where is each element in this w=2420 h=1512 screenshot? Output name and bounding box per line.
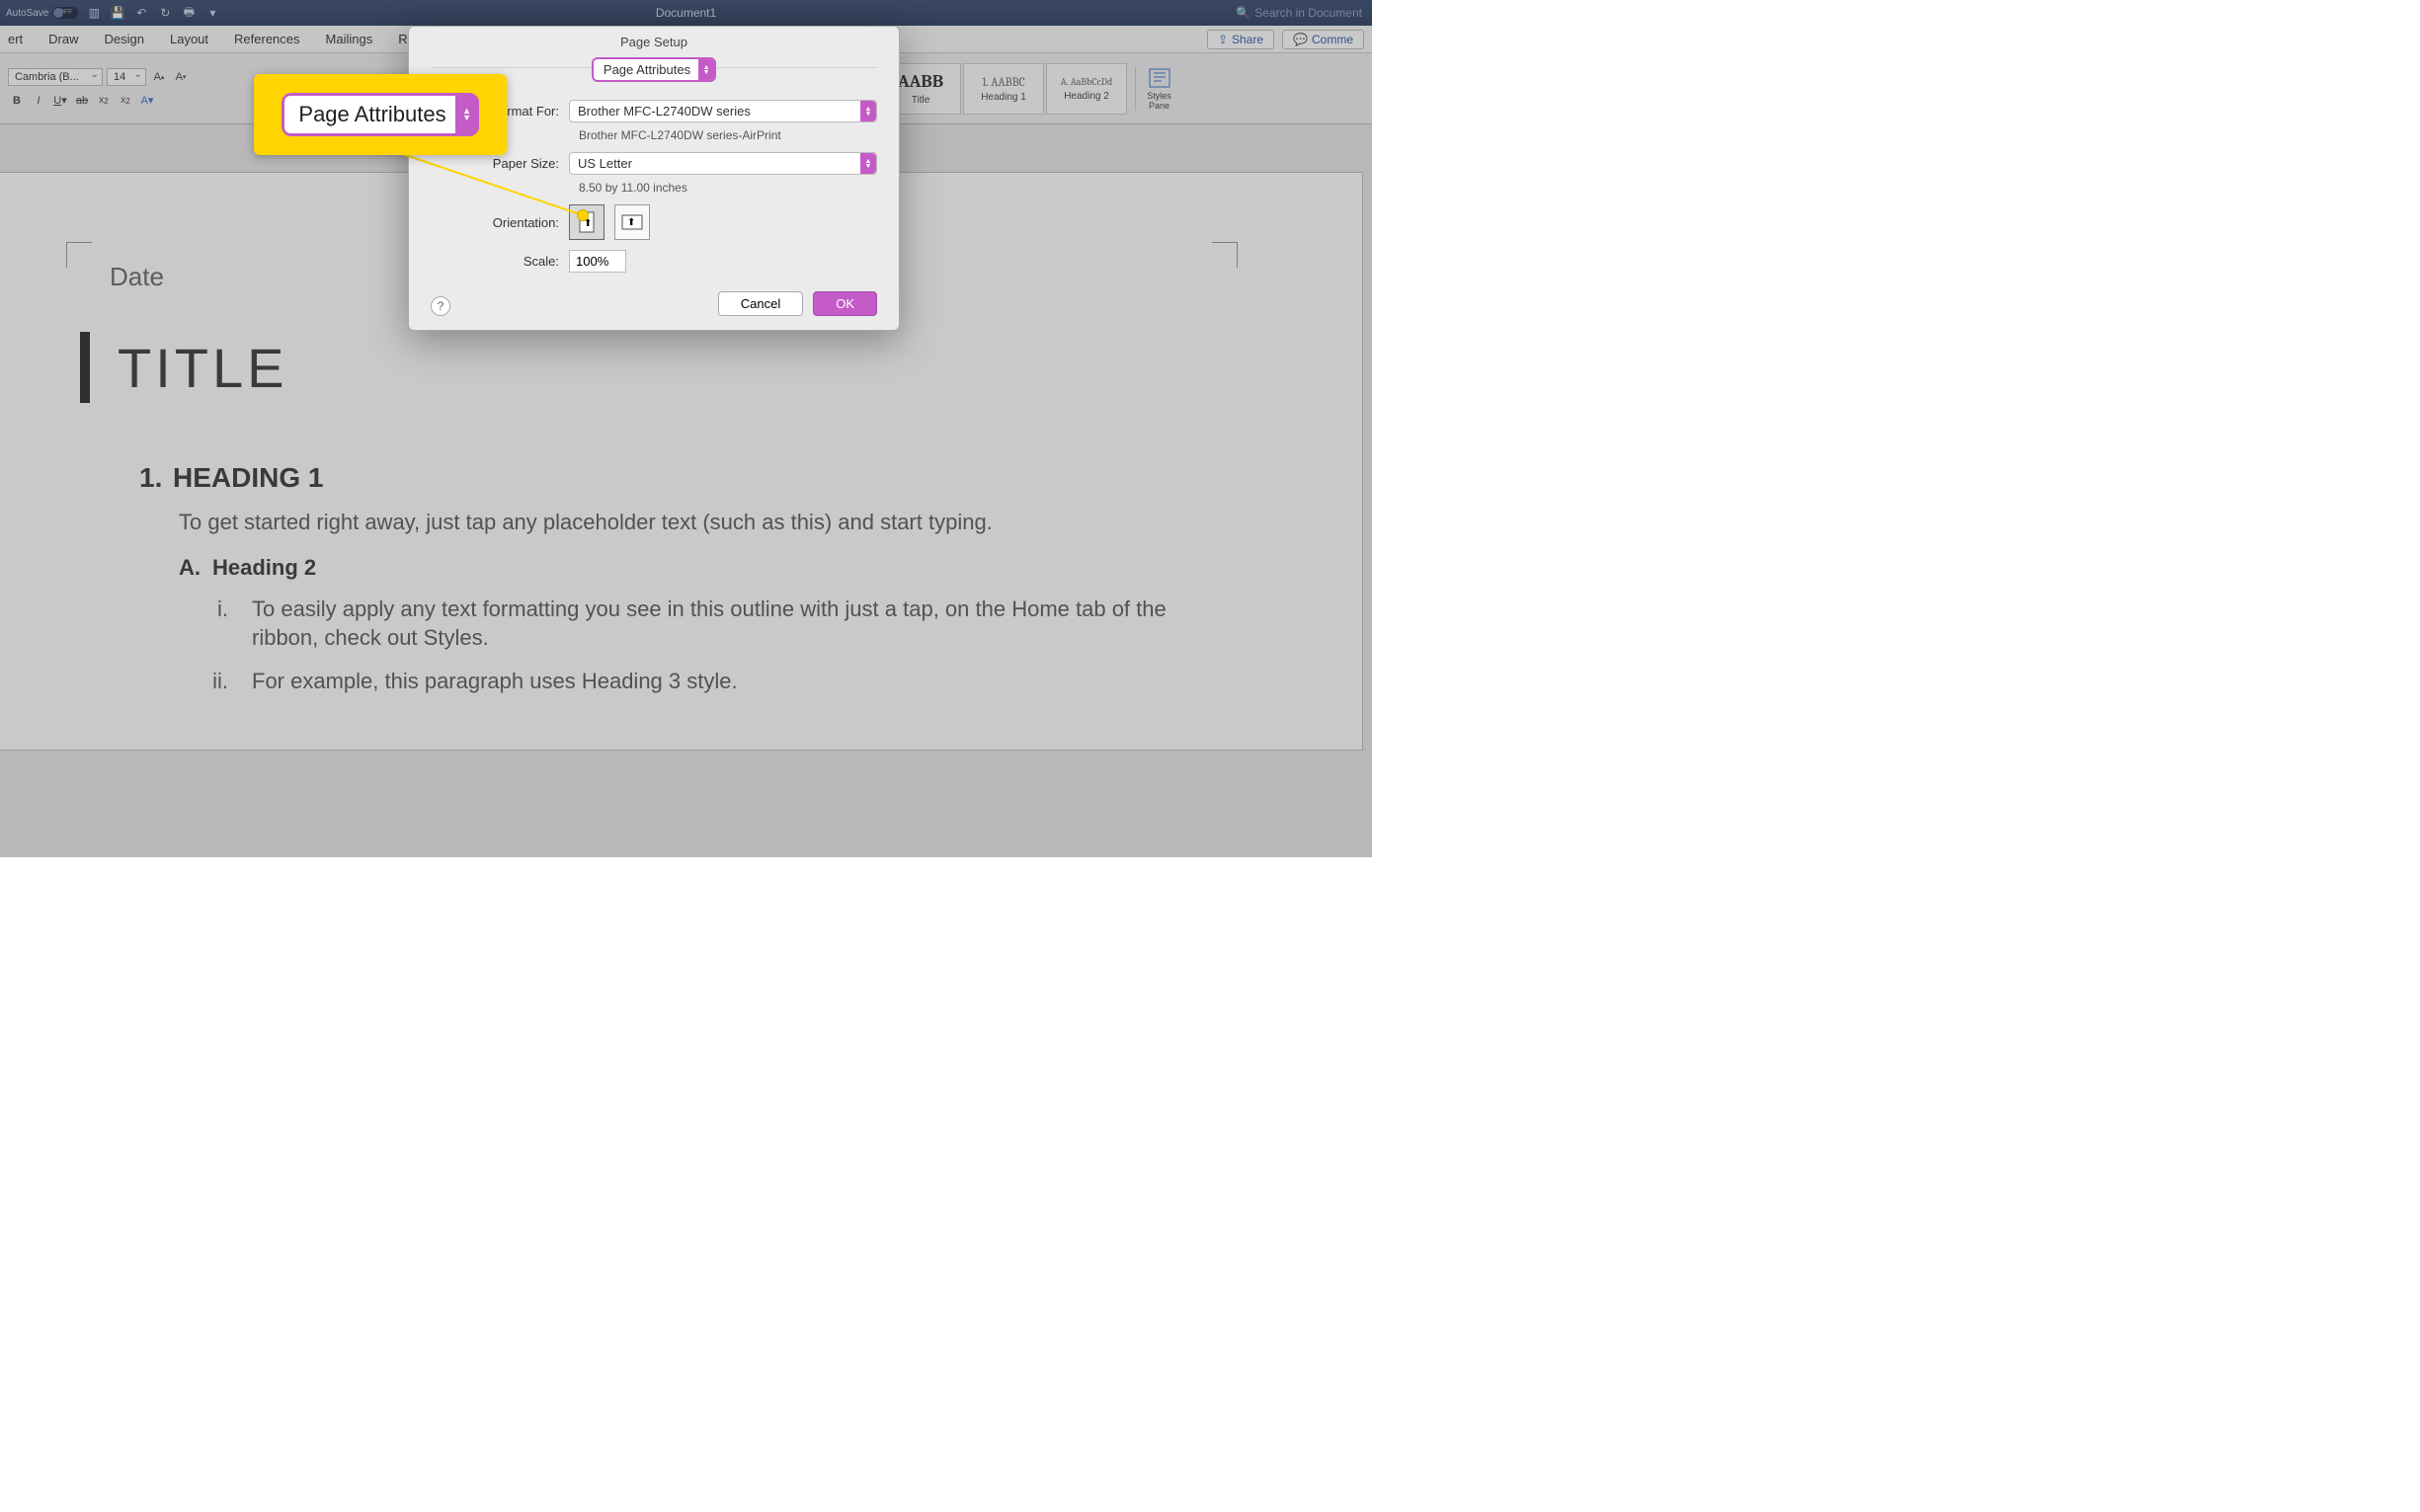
autosave-toggle[interactable]: AutoSave OFF xyxy=(6,7,78,19)
tab-mailings[interactable]: Mailings xyxy=(326,32,373,46)
doc-title[interactable]: TITLE xyxy=(118,336,287,400)
chevron-updown-icon: ▲▼ xyxy=(455,96,479,133)
title-accent-bar xyxy=(80,332,90,403)
page-setup-dialog: Page Setup Page Attributes▲▼ Format For:… xyxy=(408,26,900,331)
document-title: Document1 xyxy=(656,6,716,20)
search-icon: 🔍 xyxy=(1236,6,1250,20)
margin-corner-tl xyxy=(66,242,92,268)
body-paragraph[interactable]: To get started right away, just tap any … xyxy=(179,508,1224,537)
tab-draw[interactable]: Draw xyxy=(48,32,78,46)
tab-references[interactable]: References xyxy=(234,32,299,46)
callout-page-attributes: Page Attributes ▲▼ xyxy=(284,96,475,133)
orientation-portrait-button[interactable]: ⬆ xyxy=(569,204,605,240)
help-button[interactable]: ? xyxy=(431,296,450,316)
print-icon[interactable]: 🖶 xyxy=(181,5,197,21)
chevron-updown-icon: ▲▼ xyxy=(698,59,714,80)
decrease-font-icon[interactable]: A▾ xyxy=(172,68,190,86)
styles-pane-button[interactable]: Styles Pane xyxy=(1135,67,1182,111)
annotation-callout: Page Attributes ▲▼ xyxy=(254,74,507,155)
style-heading1[interactable]: 1. AABBCHeading 1 xyxy=(963,63,1044,115)
share-icon: ⇪ xyxy=(1218,33,1228,46)
style-heading2[interactable]: A. AaBbCcDdHeading 2 xyxy=(1046,63,1127,115)
styles-pane-icon xyxy=(1148,67,1171,89)
heading-1[interactable]: 1.HEADING 1 xyxy=(139,462,1224,494)
template-icon[interactable]: ▥ xyxy=(86,5,102,21)
paper-size-label: Paper Size: xyxy=(431,156,569,171)
italic-button[interactable]: I xyxy=(30,92,47,110)
paper-size-select[interactable]: US Letter▲▼ xyxy=(569,152,877,175)
search-placeholder: Search in Document xyxy=(1254,6,1362,20)
text-effects-button[interactable]: A▾ xyxy=(138,92,156,110)
format-for-select[interactable]: Brother MFC-L2740DW series▲▼ xyxy=(569,100,877,122)
list-item[interactable]: i.To easily apply any text formatting yo… xyxy=(197,595,1224,653)
subscript-button[interactable]: x2 xyxy=(95,92,113,110)
heading-2[interactable]: A.Heading 2 xyxy=(179,555,1224,581)
chevron-updown-icon: ▲▼ xyxy=(860,101,876,121)
paper-size-sub: 8.50 by 11.00 inches xyxy=(579,181,899,195)
comment-icon: 💬 xyxy=(1293,33,1308,46)
strikethrough-button[interactable]: ab xyxy=(73,92,91,110)
chevron-updown-icon: ▲▼ xyxy=(860,153,876,174)
window-titlebar: AutoSave OFF ▥ 💾 ↶ ↻ 🖶 ▾ Document1 🔍 Sea… xyxy=(0,0,1372,26)
font-size-select[interactable]: 14 xyxy=(107,68,146,86)
autosave-label: AutoSave xyxy=(6,8,48,19)
superscript-button[interactable]: x2 xyxy=(117,92,134,110)
annotation-dot xyxy=(577,209,589,221)
underline-button[interactable]: U▾ xyxy=(51,92,69,110)
font-name-select[interactable]: Cambria (B... xyxy=(8,68,103,86)
bold-button[interactable]: B xyxy=(8,92,26,110)
format-for-sub: Brother MFC-L2740DW series-AirPrint xyxy=(579,128,899,142)
comments-button[interactable]: 💬Comme xyxy=(1282,30,1364,49)
undo-icon[interactable]: ↶ xyxy=(133,5,149,21)
list-item[interactable]: ii.For example, this paragraph uses Head… xyxy=(197,667,1224,696)
redo-icon[interactable]: ↻ xyxy=(157,5,173,21)
page-attributes-select[interactable]: Page Attributes▲▼ xyxy=(592,57,716,82)
orientation-label: Orientation: xyxy=(431,215,569,230)
orientation-landscape-button[interactable]: ⬆ xyxy=(614,204,650,240)
margin-corner-tr xyxy=(1212,242,1238,268)
scale-label: Scale: xyxy=(431,254,569,269)
landscape-icon: ⬆ xyxy=(620,212,644,232)
svg-text:⬆: ⬆ xyxy=(627,217,635,228)
ok-button[interactable]: OK xyxy=(813,291,877,316)
search-box[interactable]: 🔍 Search in Document xyxy=(1236,6,1362,20)
tab-design[interactable]: Design xyxy=(105,32,144,46)
tab-layout[interactable]: Layout xyxy=(170,32,208,46)
save-icon[interactable]: 💾 xyxy=(110,5,125,21)
autosave-state[interactable]: OFF xyxy=(52,7,78,19)
share-button[interactable]: ⇪Share xyxy=(1207,30,1274,49)
increase-font-icon[interactable]: A▴ xyxy=(150,68,168,86)
scale-input[interactable] xyxy=(569,250,626,273)
qat-more-icon[interactable]: ▾ xyxy=(204,5,220,21)
tab-insert[interactable]: ert xyxy=(8,32,23,46)
cancel-button[interactable]: Cancel xyxy=(718,291,803,316)
